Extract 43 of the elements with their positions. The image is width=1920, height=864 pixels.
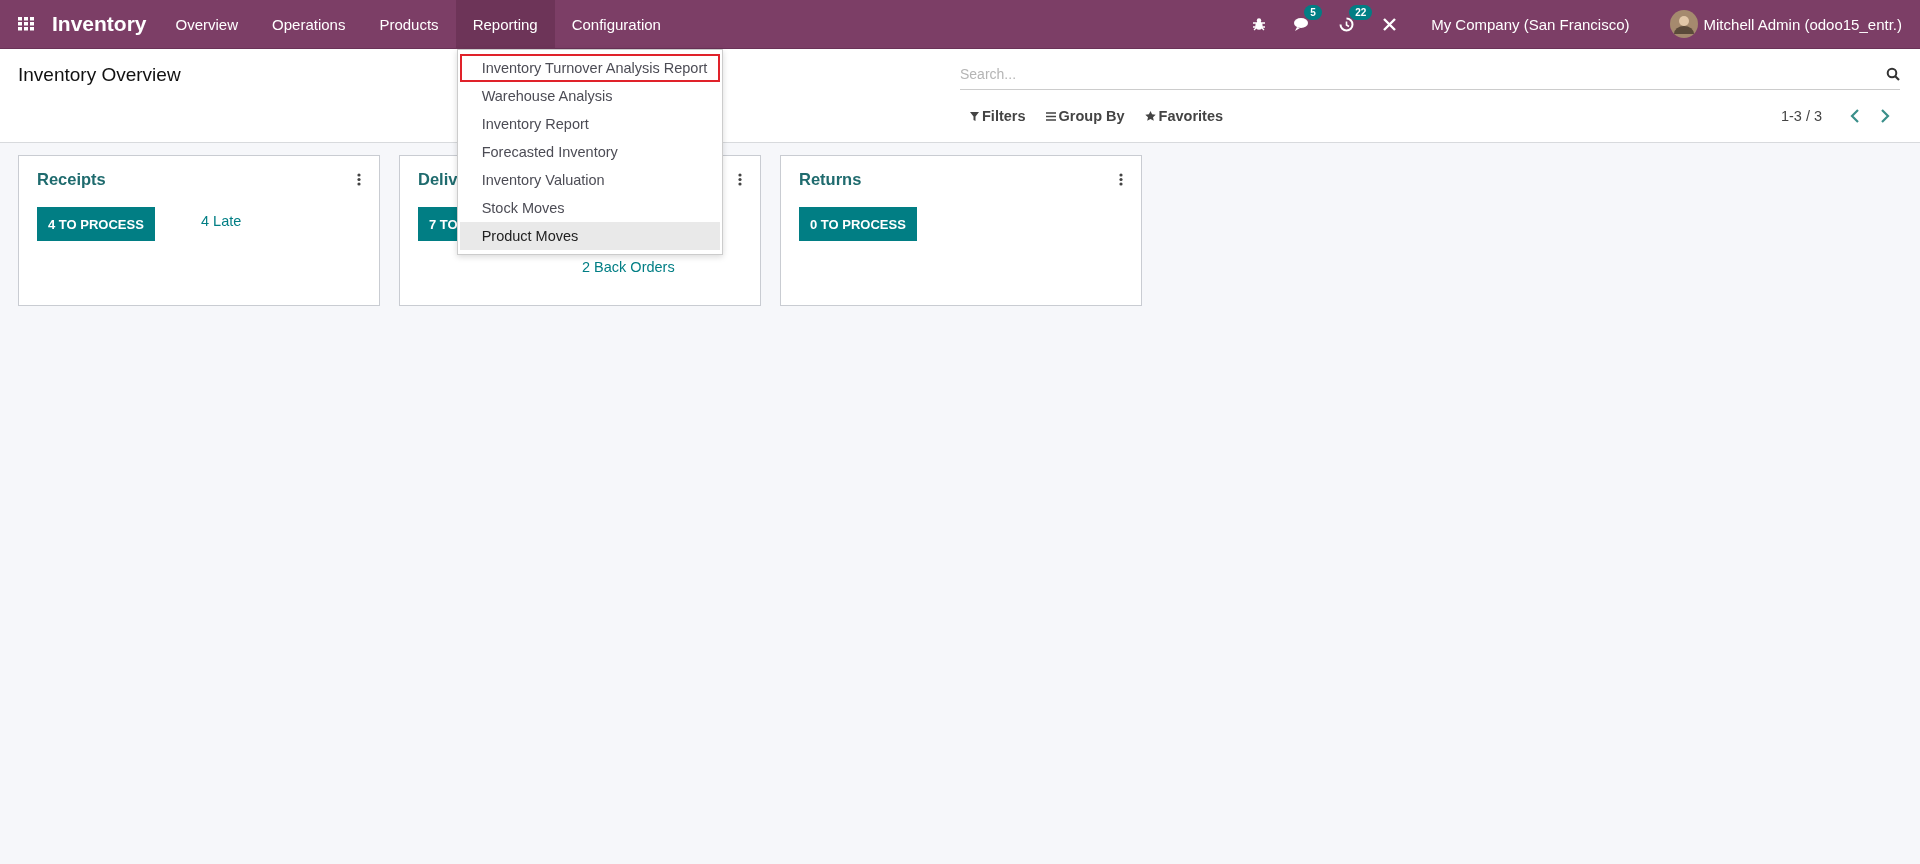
favorites-button[interactable]: Favorites: [1134, 102, 1234, 130]
group-by-button[interactable]: Group By: [1035, 102, 1135, 130]
card-title[interactable]: Receipts: [37, 169, 106, 189]
list-icon: [1045, 111, 1056, 121]
previous-page-icon[interactable]: [1850, 109, 1860, 123]
user-avatar-icon[interactable]: [1669, 10, 1698, 38]
filter-icon: [970, 111, 979, 121]
menu-item[interactable]: Reporting: [455, 0, 555, 49]
dropdown-item[interactable]: Forecasted Inventory: [459, 137, 720, 166]
filters-button[interactable]: Filters: [960, 102, 1036, 130]
pager-value: 1-3 / 3: [1780, 108, 1822, 124]
menu-item[interactable]: Products: [362, 0, 456, 49]
clock-icon[interactable]: [1339, 16, 1355, 32]
more-options-icon[interactable]: [357, 172, 361, 186]
bug-icon[interactable]: [1252, 17, 1267, 31]
dropdown-item[interactable]: Inventory Valuation: [459, 165, 720, 194]
late-link[interactable]: 4 Late: [201, 213, 361, 229]
message-count-badge: 5: [1304, 5, 1322, 20]
search-icon[interactable]: [1886, 67, 1900, 81]
back-orders-link[interactable]: 2 Back Orders: [582, 259, 742, 275]
company-switcher[interactable]: My Company (San Francisco): [1431, 15, 1630, 33]
star-icon: [1144, 111, 1156, 121]
app-name[interactable]: Inventory: [52, 12, 147, 36]
menu-item[interactable]: Overview: [158, 0, 256, 49]
card-title[interactable]: Deliv: [418, 169, 458, 189]
to-process-button[interactable]: 4 TO PROCESS: [37, 207, 155, 241]
dropdown-item[interactable]: Warehouse Analysis: [459, 81, 720, 110]
tools-icon[interactable]: [1382, 16, 1398, 32]
dropdown-item[interactable]: Inventory Report: [459, 109, 720, 138]
page-title: Inventory Overview: [18, 64, 181, 85]
more-options-icon[interactable]: [1119, 172, 1123, 186]
next-page-icon[interactable]: [1880, 109, 1890, 123]
activity-count-badge: 22: [1349, 4, 1373, 20]
apps-menu-icon[interactable]: [18, 17, 34, 31]
more-options-icon[interactable]: [738, 172, 742, 186]
card-title[interactable]: Returns: [799, 169, 862, 189]
dropdown-item[interactable]: Inventory Turnover Analysis Report: [459, 53, 720, 82]
menu-item[interactable]: Configuration: [554, 0, 678, 49]
search-field[interactable]: Search...: [960, 60, 1886, 88]
user-menu[interactable]: Mitchell Admin (odoo15_entr.): [1703, 15, 1902, 33]
menu-item[interactable]: Operations: [255, 0, 363, 49]
dropdown-item[interactable]: Product Moves: [459, 221, 720, 250]
to-process-button[interactable]: 0 TO PROCESS: [799, 207, 917, 241]
